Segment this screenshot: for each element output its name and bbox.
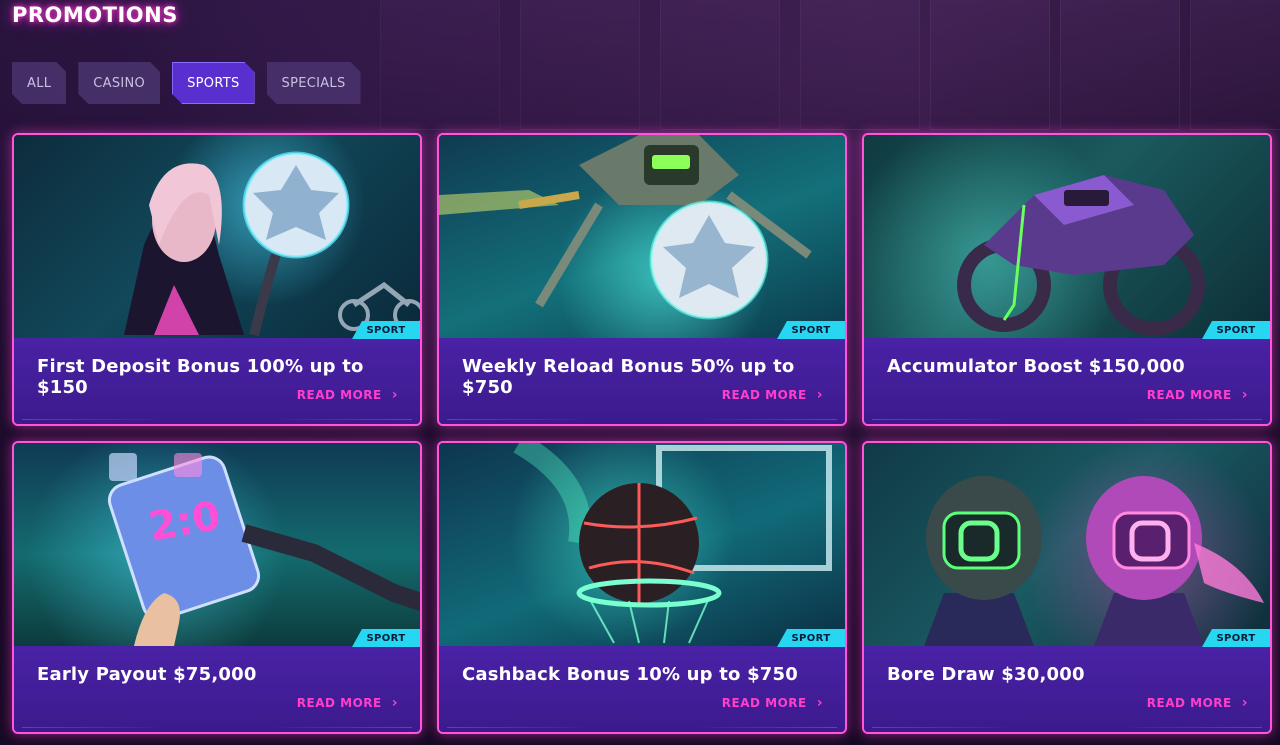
sport-badge: SPORT bbox=[777, 629, 845, 647]
promo-title: Cashback Bonus 10% up to $750 bbox=[462, 664, 798, 685]
promo-filter-tabs: ALL CASINO SPORTS SPECIALS bbox=[12, 62, 361, 104]
chevron-right-icon: › bbox=[391, 695, 398, 711]
motorcycle-icon bbox=[957, 175, 1205, 336]
promotions-grid: SPORT First Deposit Bonus 100% up to $15… bbox=[12, 133, 1272, 734]
promo-title: Bore Draw $30,000 bbox=[887, 664, 1085, 685]
promo-card-cashback[interactable]: SPORT Cashback Bonus 10% up to $750 READ… bbox=[437, 441, 847, 734]
tab-sports[interactable]: SPORTS bbox=[172, 62, 254, 104]
tab-specials[interactable]: SPECIALS bbox=[267, 62, 361, 104]
promo-image bbox=[439, 443, 845, 646]
chevron-right-icon: › bbox=[1241, 387, 1248, 403]
tab-casino[interactable]: CASINO bbox=[78, 62, 160, 104]
read-more-link[interactable]: READ MORE › bbox=[1147, 387, 1248, 403]
phone-scoreboard-icon: 2:0 bbox=[107, 453, 420, 646]
promo-title: Accumulator Boost $150,000 bbox=[887, 356, 1185, 377]
promo-footer: Weekly Reload Bonus 50% up to $750 READ … bbox=[439, 338, 845, 424]
promo-image bbox=[14, 135, 420, 338]
promo-image: 2:0 bbox=[14, 443, 420, 646]
promo-footer: Accumulator Boost $150,000 READ MORE › bbox=[864, 338, 1270, 424]
read-more-label: READ MORE bbox=[296, 388, 382, 402]
promo-footer: Early Payout $75,000 READ MORE › bbox=[14, 646, 420, 732]
read-more-label: READ MORE bbox=[1146, 388, 1232, 402]
chevron-right-icon: › bbox=[391, 387, 398, 403]
read-more-label: READ MORE bbox=[721, 696, 807, 710]
read-more-label: READ MORE bbox=[296, 696, 382, 710]
sport-badge: SPORT bbox=[352, 321, 420, 339]
promo-footer: Bore Draw $30,000 READ MORE › bbox=[864, 646, 1270, 732]
sport-badge: SPORT bbox=[1202, 321, 1270, 339]
chevron-right-icon: › bbox=[1241, 695, 1248, 711]
promo-card-weekly-reload[interactable]: SPORT Weekly Reload Bonus 50% up to $750… bbox=[437, 133, 847, 426]
promo-image bbox=[864, 443, 1270, 646]
promo-card-early-payout[interactable]: 2:0 SPORT Early Payout $75,000 READ MORE… bbox=[12, 441, 422, 734]
promo-image bbox=[439, 135, 845, 338]
read-more-link[interactable]: READ MORE › bbox=[297, 387, 398, 403]
robot-soccer-ball-icon bbox=[439, 135, 812, 320]
read-more-link[interactable]: READ MORE › bbox=[1147, 695, 1248, 711]
sport-badge: SPORT bbox=[777, 321, 845, 339]
promo-footer: First Deposit Bonus 100% up to $150 READ… bbox=[14, 338, 420, 424]
promo-card-accumulator-boost[interactable]: SPORT Accumulator Boost $150,000 READ MO… bbox=[862, 133, 1272, 426]
read-more-label: READ MORE bbox=[1146, 696, 1232, 710]
promo-image bbox=[864, 135, 1270, 338]
soccer-ball-woman-icon bbox=[124, 151, 420, 337]
sport-badge: SPORT bbox=[352, 629, 420, 647]
helmets-icon bbox=[924, 476, 1264, 646]
chevron-right-icon: › bbox=[816, 387, 823, 403]
promo-footer: Cashback Bonus 10% up to $750 READ MORE … bbox=[439, 646, 845, 732]
sport-badge: SPORT bbox=[1202, 629, 1270, 647]
chevron-right-icon: › bbox=[816, 695, 823, 711]
read-more-label: READ MORE bbox=[721, 388, 807, 402]
tab-all[interactable]: ALL bbox=[12, 62, 66, 104]
read-more-link[interactable]: READ MORE › bbox=[722, 387, 823, 403]
read-more-link[interactable]: READ MORE › bbox=[297, 695, 398, 711]
promo-title: Early Payout $75,000 bbox=[37, 664, 257, 685]
read-more-link[interactable]: READ MORE › bbox=[722, 695, 823, 711]
basketball-hoop-icon bbox=[513, 443, 832, 644]
page-title: PROMOTIONS bbox=[12, 3, 178, 27]
promo-card-first-deposit[interactable]: SPORT First Deposit Bonus 100% up to $15… bbox=[12, 133, 422, 426]
promo-card-bore-draw[interactable]: SPORT Bore Draw $30,000 READ MORE › bbox=[862, 441, 1272, 734]
